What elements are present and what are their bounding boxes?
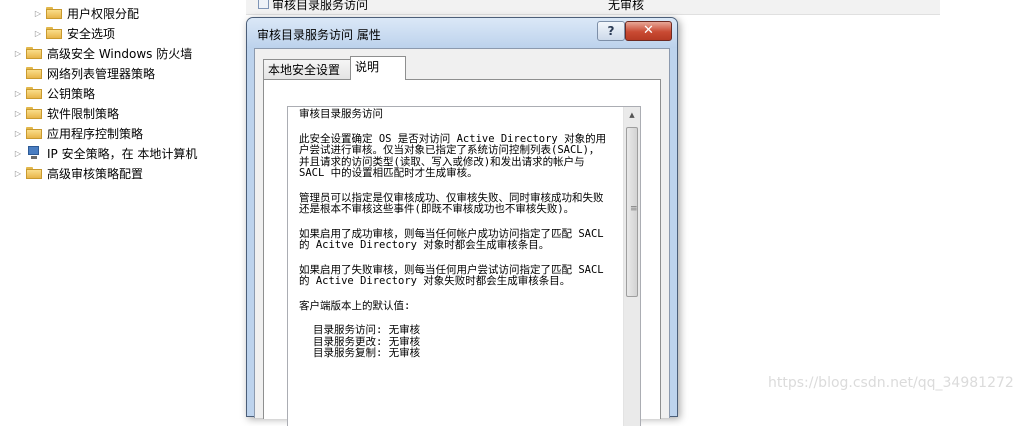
- close-button[interactable]: ✕: [625, 21, 672, 41]
- explain-paragraph: 管理员可以指定是仅审核成功、仅审核失败、同时审核成功和失败还是根本不审核这些事件…: [299, 191, 604, 215]
- watermark: https://blog.csdn.net/qq_34981272: [768, 375, 1014, 391]
- expand-arrow-icon[interactable]: ▷: [12, 149, 24, 158]
- policy-name: 审核目录服务访问: [272, 0, 369, 12]
- help-button[interactable]: ?: [597, 21, 625, 41]
- tree-item-label: 应用程序控制策略: [47, 126, 144, 141]
- expand-arrow-icon[interactable]: ▷: [32, 29, 44, 38]
- properties-dialog: 审核目录服务访问 属性 ? ✕ 本地安全设置 说明 审核目录服务访问 此安全设置…: [246, 17, 678, 426]
- dialog-title: 审核目录服务访问 属性: [257, 28, 381, 42]
- vertical-scrollbar[interactable]: ▲ ≡: [623, 107, 640, 426]
- expand-arrow-icon[interactable]: ▷: [12, 129, 24, 138]
- policy-setting: 无审核: [608, 0, 645, 12]
- folder-icon: [46, 7, 62, 19]
- expand-arrow-icon[interactable]: ▷: [12, 109, 24, 118]
- tree-item-label: 软件限制策略: [47, 106, 120, 121]
- policy-icon: [258, 0, 269, 9]
- explain-heading: 审核目录服务访问: [299, 108, 383, 120]
- policy-list: 审核目录服务访问 无审核: [246, 0, 940, 15]
- tree-item-firewall[interactable]: ▷ 高级安全 Windows 防火墙: [12, 43, 192, 63]
- tree-item-label: 高级审核策略配置: [47, 166, 144, 181]
- folder-icon: [26, 47, 42, 59]
- tree-item-advanced-audit[interactable]: ▷ 高级审核策略配置: [12, 163, 143, 183]
- policy-tree: ▷ 用户权限分配 ▷ 安全选项 ▷ 高级安全 Windows 防火墙 网络列表管…: [0, 0, 246, 403]
- folder-icon: [26, 87, 42, 99]
- expand-arrow-icon[interactable]: ▷: [12, 89, 24, 98]
- tree-item-ip-security[interactable]: ▷ IP 安全策略，在 本地计算机: [12, 143, 197, 163]
- tree-item-app-control[interactable]: ▷ 应用程序控制策略: [12, 123, 143, 143]
- tree-item-software-restriction[interactable]: ▷ 软件限制策略: [12, 103, 119, 123]
- dialog-body: 本地安全设置 说明 审核目录服务访问 此安全设置确定 OS 是否对访问 Acti…: [254, 48, 670, 426]
- explain-panel: 审核目录服务访问 此安全设置确定 OS 是否对访问 Active Directo…: [263, 79, 661, 426]
- explain-textbox[interactable]: 审核目录服务访问 此安全设置确定 OS 是否对访问 Active Directo…: [287, 106, 641, 426]
- default-value: 目录服务复制: 无审核: [313, 347, 421, 359]
- tree-item-security-options[interactable]: ▷ 安全选项: [32, 23, 115, 43]
- folder-icon: [26, 107, 42, 119]
- tab-explain[interactable]: 说明: [350, 56, 406, 80]
- explain-paragraph: 此安全设置确定 OS 是否对访问 Active Directory 对象的用户尝…: [299, 132, 607, 179]
- explain-paragraph: 如果启用了成功审核，则每当任何帐户成功访问指定了匹配 SACL 的 Acitve…: [299, 227, 604, 251]
- tree-item-network-list[interactable]: 网络列表管理器策略: [24, 63, 155, 83]
- expand-arrow-icon[interactable]: ▷: [32, 9, 44, 18]
- tree-item-label: 高级安全 Windows 防火墙: [47, 46, 193, 61]
- expand-arrow-icon[interactable]: ▷: [12, 49, 24, 58]
- tree-item-public-key[interactable]: ▷ 公钥策略: [12, 83, 95, 103]
- tree-item-label: 网络列表管理器策略: [47, 66, 156, 81]
- tree-item-user-rights[interactable]: ▷ 用户权限分配: [32, 3, 139, 23]
- explain-text: 审核目录服务访问 此安全设置确定 OS 是否对访问 Active Directo…: [299, 108, 609, 360]
- tree-item-label: 公钥策略: [47, 86, 96, 101]
- tree-item-label: IP 安全策略，在 本地计算机: [47, 146, 198, 161]
- default-value: 目录服务访问: 无审核: [313, 324, 421, 336]
- scroll-thumb[interactable]: ≡: [626, 127, 638, 297]
- grip-icon: ≡: [630, 204, 638, 214]
- tree-item-label: 安全选项: [67, 26, 116, 41]
- folder-icon: [26, 127, 42, 139]
- folder-icon: [26, 67, 42, 79]
- explain-paragraph: 如果启用了失败审核，则每当任何用户尝试访问指定了匹配 SACL 的 Active…: [299, 263, 604, 287]
- scroll-up-arrow-icon[interactable]: ▲: [624, 109, 640, 121]
- expand-arrow-icon[interactable]: ▷: [12, 169, 24, 178]
- tab-local-security-setting[interactable]: 本地安全设置: [263, 59, 351, 80]
- tree-item-label: 用户权限分配: [67, 6, 140, 21]
- folder-icon: [46, 27, 62, 39]
- network-icon: [26, 146, 42, 160]
- dialog-titlebar[interactable]: 审核目录服务访问 属性 ? ✕: [247, 18, 677, 48]
- folder-icon: [26, 167, 42, 179]
- defaults-heading: 客户端版本上的默认值:: [299, 299, 411, 312]
